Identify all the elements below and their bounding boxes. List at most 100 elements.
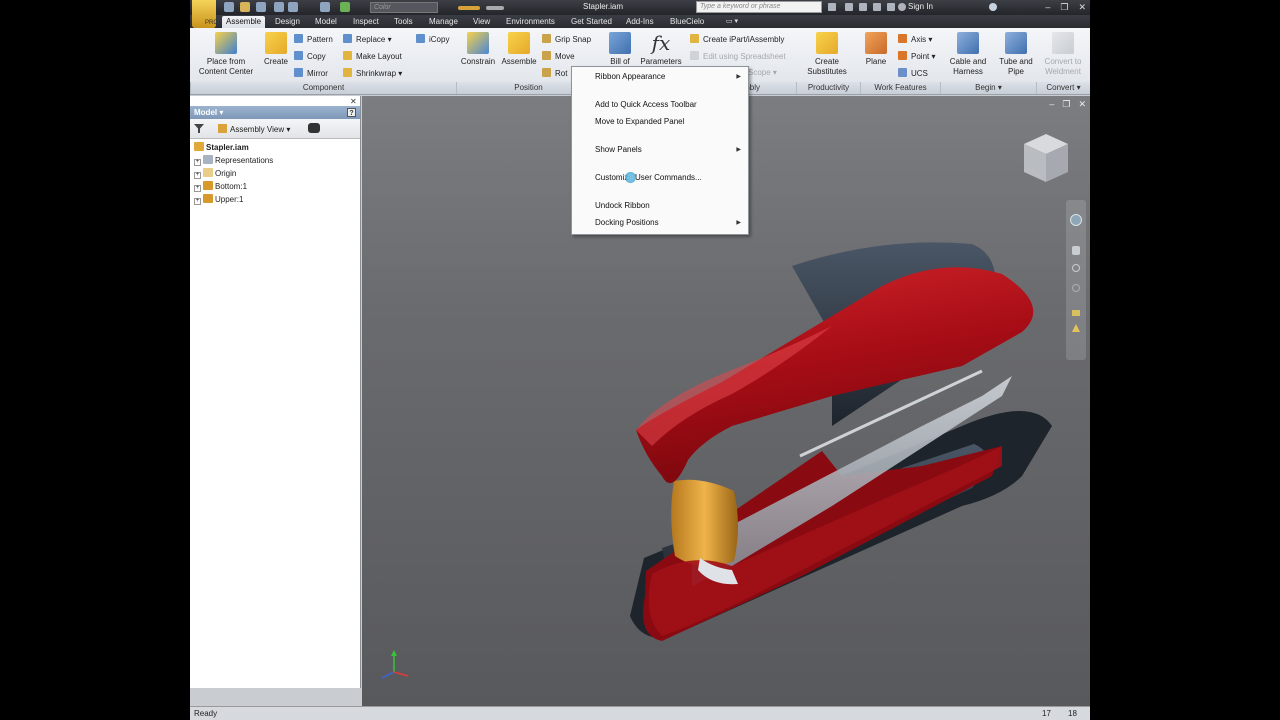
convert-to-weldment-button[interactable]: Convert to Weldment bbox=[1040, 32, 1086, 77]
save-icon[interactable] bbox=[256, 2, 266, 12]
binoculars-find-icon[interactable] bbox=[308, 123, 320, 133]
shrinkwrap-button[interactable]: Shrinkwrap ▾ bbox=[343, 68, 402, 79]
open-icon[interactable] bbox=[240, 2, 250, 12]
tab-model[interactable]: Model bbox=[311, 16, 341, 28]
tab-view[interactable]: View bbox=[469, 16, 494, 28]
menu-item-show-panels[interactable]: Show Panels bbox=[595, 143, 745, 157]
line-style-icon[interactable] bbox=[486, 6, 504, 10]
binoculars-icon[interactable] bbox=[845, 3, 853, 11]
mirror-button[interactable]: Mirror bbox=[294, 68, 328, 79]
create-ipart-button[interactable]: Create iPart/iAssembly bbox=[690, 34, 784, 45]
tree-item-origin[interactable]: + Origin bbox=[194, 168, 236, 179]
replace-button[interactable]: Replace ▾ bbox=[343, 34, 392, 45]
tab-design[interactable]: Design bbox=[271, 16, 304, 28]
communication-icon[interactable] bbox=[887, 3, 895, 11]
menu-item-add-to-quick-access-toolbar[interactable]: Add to Quick Access Toolbar bbox=[595, 98, 697, 112]
undo-icon[interactable] bbox=[274, 2, 284, 12]
panel-work-features-title[interactable]: Work Features bbox=[860, 82, 940, 94]
menu-item-move-to-expanded-panel[interactable]: Move to Expanded Panel bbox=[595, 115, 684, 129]
tab-environments[interactable]: Environments bbox=[502, 16, 559, 28]
axis-button[interactable]: Axis ▾ bbox=[898, 34, 932, 45]
tab-bluecielo[interactable]: BlueCielo bbox=[666, 16, 708, 28]
tab-add-ins[interactable]: Add-Ins bbox=[622, 16, 658, 28]
search-help-icon[interactable] bbox=[828, 3, 836, 11]
assemble-button[interactable]: Assemble bbox=[500, 32, 538, 67]
close-icon[interactable]: ✕ bbox=[1078, 0, 1086, 15]
sign-in-link[interactable]: Sign In bbox=[908, 2, 933, 11]
grip-snap-button[interactable]: Grip Snap bbox=[542, 34, 591, 45]
viewport-minimize-icon[interactable]: – bbox=[1049, 99, 1054, 110]
tab-assemble[interactable]: Assemble bbox=[222, 16, 266, 28]
zoom-icon[interactable] bbox=[1072, 264, 1080, 272]
minimize-icon[interactable]: – bbox=[1045, 0, 1050, 15]
icopy-button[interactable]: iCopy bbox=[416, 34, 449, 45]
make-layout-button[interactable]: Make Layout bbox=[343, 51, 402, 62]
place-from-content-center-button[interactable]: Place from Content Center bbox=[195, 32, 257, 77]
filter-icon[interactable] bbox=[194, 124, 204, 133]
pattern-button[interactable]: Pattern bbox=[294, 34, 333, 45]
edit-spreadsheet-button[interactable]: Edit using Spreadsheet bbox=[690, 51, 786, 62]
tree-item-upper[interactable]: + Upper:1 bbox=[194, 194, 243, 205]
steering-wheel-icon[interactable] bbox=[1070, 214, 1082, 226]
expand-icon[interactable]: + bbox=[194, 172, 201, 179]
viewport-restore-icon[interactable]: ❐ bbox=[1062, 99, 1070, 110]
browser-help-icon[interactable]: ? bbox=[347, 108, 356, 117]
tree-item-bottom[interactable]: + Bottom:1 bbox=[194, 181, 247, 192]
maximize-icon[interactable]: ❐ bbox=[1060, 0, 1068, 15]
subscription-icon[interactable] bbox=[859, 3, 867, 11]
tree-root[interactable]: Stapler.iam bbox=[194, 142, 249, 153]
create-component-button[interactable]: Create bbox=[262, 32, 290, 67]
application-menu-button[interactable]: PRO bbox=[192, 0, 219, 28]
browser-close-icon[interactable]: ✕ bbox=[350, 97, 357, 106]
orbit-icon[interactable] bbox=[1072, 284, 1080, 292]
create-substitutes-button[interactable]: Create Substitutes bbox=[802, 32, 852, 77]
look-at-icon[interactable] bbox=[1072, 310, 1080, 316]
expand-icon[interactable]: + bbox=[194, 159, 201, 166]
scope-button[interactable]: Scope ▾ bbox=[748, 68, 777, 78]
favorites-icon[interactable] bbox=[873, 3, 881, 11]
panel-productivity-title[interactable]: Productivity bbox=[796, 82, 860, 94]
menu-item-undock-ribbon[interactable]: Undock Ribbon bbox=[595, 199, 650, 213]
viewport-close-icon[interactable]: ✕ bbox=[1078, 99, 1086, 110]
move-button[interactable]: Move bbox=[542, 51, 575, 62]
menu-item-docking-positions[interactable]: Docking Positions bbox=[595, 216, 745, 230]
menu-item-customize-user-commands[interactable]: Customize User Commands... bbox=[595, 171, 702, 185]
plane-button[interactable]: Plane bbox=[862, 32, 890, 67]
tab-inspect[interactable]: Inspect bbox=[349, 16, 383, 28]
panel-convert-title[interactable]: Convert ▾ bbox=[1036, 82, 1090, 94]
bill-of-materials-button[interactable]: Bill of bbox=[604, 32, 636, 67]
panel-component-title[interactable]: Component bbox=[190, 82, 456, 94]
redo-icon[interactable] bbox=[288, 2, 298, 12]
point-button[interactable]: Point ▾ bbox=[898, 51, 935, 62]
search-input[interactable]: Type a keyword or phrase bbox=[696, 1, 822, 13]
ucs-button[interactable]: UCS bbox=[898, 68, 928, 79]
color-dropdown[interactable]: Color bbox=[370, 2, 438, 13]
pan-icon[interactable] bbox=[1072, 246, 1080, 255]
parameters-button[interactable]: fx Parameters bbox=[638, 32, 684, 67]
copy-button[interactable]: Copy bbox=[294, 51, 326, 62]
constrain-button[interactable]: Constrain bbox=[460, 32, 496, 67]
tree-item-representations[interactable]: + Representations bbox=[194, 155, 273, 166]
browser-header[interactable]: Model ▾ ? bbox=[190, 106, 360, 119]
tab-tools[interactable]: Tools bbox=[390, 16, 417, 28]
new-icon[interactable] bbox=[224, 2, 234, 12]
tab-get-started[interactable]: Get Started bbox=[567, 16, 616, 28]
rotate-button[interactable]: Rot bbox=[542, 68, 567, 79]
line-weight-icon[interactable] bbox=[458, 6, 480, 10]
update-icon[interactable] bbox=[340, 2, 350, 12]
tube-and-pipe-button[interactable]: Tube and Pipe bbox=[994, 32, 1038, 77]
panel-begin-title[interactable]: Begin ▾ bbox=[940, 82, 1036, 94]
ribbon-options-icon[interactable]: ▭ ▾ bbox=[722, 16, 742, 28]
viewcube[interactable] bbox=[1018, 130, 1074, 186]
cable-and-harness-button[interactable]: Cable and Harness bbox=[946, 32, 990, 77]
create-label: Create bbox=[263, 57, 288, 66]
help-icon[interactable] bbox=[989, 3, 997, 11]
assembly-view-dropdown[interactable]: Assembly View ▾ bbox=[218, 124, 290, 135]
tab-manage[interactable]: Manage bbox=[425, 16, 462, 28]
expand-icon[interactable]: + bbox=[194, 198, 201, 205]
select-icon[interactable] bbox=[320, 2, 330, 12]
app-logo-text: PRO bbox=[205, 20, 219, 26]
expand-icon[interactable]: + bbox=[194, 185, 201, 192]
home-icon[interactable] bbox=[1072, 324, 1080, 332]
menu-item-ribbon-appearance[interactable]: Ribbon Appearance bbox=[595, 70, 745, 84]
